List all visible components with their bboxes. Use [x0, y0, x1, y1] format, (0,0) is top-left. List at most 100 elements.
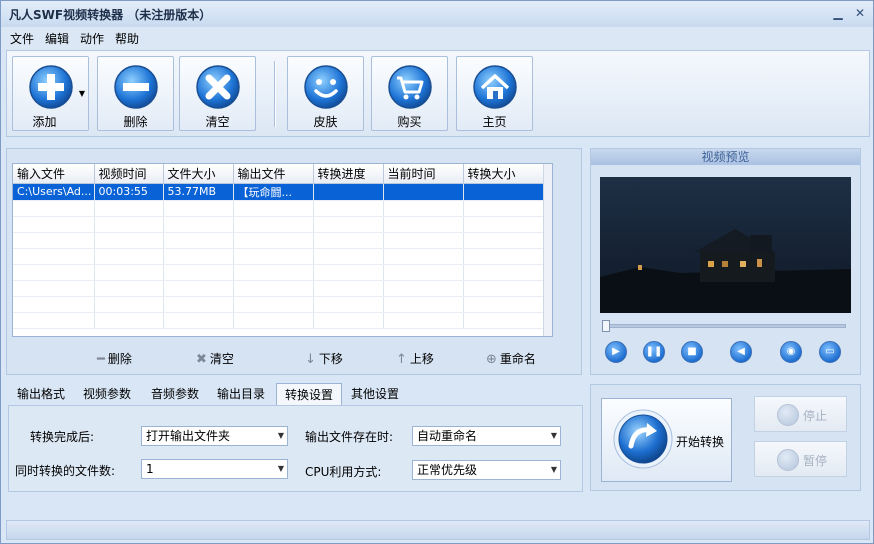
- skin-label: 皮肤: [313, 115, 338, 129]
- col-current-time[interactable]: 当前时间: [383, 164, 464, 184]
- volume-icon[interactable]: ◀: [730, 341, 752, 363]
- add-button[interactable]: 添加 ▼: [12, 56, 89, 131]
- table-row-empty: [13, 264, 544, 281]
- stop-icon: [777, 404, 799, 426]
- buy-button[interactable]: 购买: [371, 56, 448, 131]
- after-done-select[interactable]: 打开输出文件夹 ▼: [141, 426, 288, 446]
- pause-icon: [777, 449, 799, 471]
- start-convert-label: 开始转换: [676, 435, 725, 449]
- preview-header: 视频预览: [591, 149, 860, 165]
- table-row-empty: [13, 280, 544, 297]
- arrow-up-icon: ↑: [396, 352, 407, 367]
- tab-output-format[interactable]: 输出格式: [9, 383, 73, 405]
- preview-screen: [600, 177, 851, 313]
- list-clear-button[interactable]: ✖ 清空: [196, 350, 234, 367]
- pause-icon[interactable]: ❚❚: [643, 341, 665, 363]
- file-exists-label: 输出文件存在时:: [305, 430, 394, 444]
- pause-button[interactable]: 暂停: [754, 441, 847, 477]
- cell-converted-size: [463, 183, 544, 201]
- move-down-button[interactable]: ↓ 下移: [305, 350, 343, 367]
- chevron-down-icon[interactable]: ▼: [79, 89, 85, 98]
- cell-output-file: 【玩命闘...: [233, 183, 314, 201]
- menu-bar: 文件 编辑 动作 帮助: [1, 27, 873, 49]
- snapshot-icon[interactable]: ◉: [780, 341, 802, 363]
- col-progress[interactable]: 转换进度: [313, 164, 384, 184]
- chevron-down-icon: ▼: [550, 465, 557, 474]
- table-scrollbar[interactable]: [543, 164, 552, 336]
- home-button[interactable]: 主页: [456, 56, 533, 131]
- pause-label: 暂停: [803, 454, 828, 468]
- seek-bar[interactable]: [605, 324, 846, 328]
- col-output-file[interactable]: 输出文件: [233, 164, 314, 184]
- x-icon: [195, 65, 240, 109]
- after-done-value: 打开输出文件夹: [146, 429, 231, 443]
- table-row-empty: [13, 200, 544, 217]
- rename-icon: ⊕: [486, 352, 497, 367]
- close-button[interactable]: ✕: [851, 5, 869, 21]
- status-bar: [6, 520, 870, 540]
- x-icon: ✖: [196, 352, 207, 367]
- rename-button[interactable]: ⊕ 重命名: [486, 350, 536, 367]
- clear-button[interactable]: 清空: [179, 56, 256, 131]
- table-row-empty: [13, 312, 544, 329]
- cpu-label: CPU利用方式:: [305, 465, 382, 479]
- add-label: 添加: [32, 115, 57, 129]
- list-delete-button[interactable]: ━ 删除: [97, 350, 132, 367]
- tab-video-params[interactable]: 视频参数: [75, 383, 139, 405]
- cell-input-file: C:\Users\Ad...: [13, 183, 95, 201]
- toolbar-separator: [274, 61, 276, 127]
- cpu-value: 正常优先级: [417, 463, 478, 477]
- file-exists-value: 自动重命名: [417, 429, 478, 443]
- concurrent-select[interactable]: 1 ▼: [141, 459, 288, 479]
- minus-icon: [113, 65, 158, 109]
- table-row-empty: [13, 248, 544, 265]
- concurrent-label: 同时转换的文件数:: [15, 464, 116, 478]
- col-file-size[interactable]: 文件大小: [163, 164, 234, 184]
- cell-progress: [313, 183, 384, 201]
- minimize-button[interactable]: ▁: [829, 5, 847, 21]
- chevron-down-icon: ▼: [277, 431, 284, 440]
- move-up-button[interactable]: ↑ 上移: [396, 350, 434, 367]
- plus-icon: [28, 65, 73, 109]
- chevron-down-icon: ▼: [550, 431, 557, 440]
- file-exists-select[interactable]: 自动重命名 ▼: [412, 426, 561, 446]
- concurrent-value: 1: [146, 462, 154, 476]
- settings-tabs: 输出格式 视频参数 音频参数 输出目录 转换设置 其他设置: [9, 383, 585, 406]
- menu-help[interactable]: 帮助: [115, 30, 139, 47]
- cell-file-size: 53.77MB: [163, 183, 234, 201]
- file-list-panel: 输入文件 视频时间 文件大小 输出文件 转换进度 当前时间 转换大小 C:\Us…: [6, 148, 582, 375]
- home-icon: [472, 65, 517, 109]
- stop-icon[interactable]: ■: [681, 341, 703, 363]
- start-convert-button[interactable]: 开始转换: [601, 398, 732, 482]
- preview-frame: [600, 177, 851, 313]
- cell-current-time: [383, 183, 464, 201]
- tab-audio-params[interactable]: 音频参数: [143, 383, 207, 405]
- toolbar: 添加 ▼ 删除 清空 皮肤 购买 主页: [6, 50, 870, 137]
- col-video-time[interactable]: 视频时间: [94, 164, 164, 184]
- cpu-select[interactable]: 正常优先级 ▼: [412, 460, 561, 480]
- col-input-file[interactable]: 输入文件: [13, 164, 95, 184]
- stop-button[interactable]: 停止: [754, 396, 847, 432]
- tab-other-settings[interactable]: 其他设置: [343, 383, 407, 405]
- tab-output-dir[interactable]: 输出目录: [209, 383, 273, 405]
- list-clear-label: 清空: [209, 352, 234, 366]
- menu-edit[interactable]: 编辑: [45, 30, 69, 47]
- home-label: 主页: [482, 115, 507, 129]
- delete-button[interactable]: 删除: [97, 56, 174, 131]
- skin-button[interactable]: 皮肤: [287, 56, 364, 131]
- menu-action[interactable]: 动作: [80, 30, 104, 47]
- table-row-empty: [13, 296, 544, 313]
- seek-handle[interactable]: [602, 320, 610, 332]
- table-row[interactable]: C:\Users\Ad... 00:03:55 53.77MB 【玩命闘...: [13, 183, 544, 201]
- delete-label: 删除: [123, 115, 148, 129]
- file-table[interactable]: 输入文件 视频时间 文件大小 输出文件 转换进度 当前时间 转换大小 C:\Us…: [12, 163, 553, 337]
- folder-icon[interactable]: ▭: [819, 341, 841, 363]
- play-icon[interactable]: ▶: [605, 341, 627, 363]
- refresh-icon: [613, 409, 673, 469]
- tab-convert-settings[interactable]: 转换设置: [276, 383, 343, 406]
- menu-file[interactable]: 文件: [10, 30, 34, 47]
- cell-video-time: 00:03:55: [94, 183, 164, 201]
- table-row-empty: [13, 216, 544, 233]
- cart-icon: [387, 65, 432, 109]
- col-converted-size[interactable]: 转换大小: [463, 164, 544, 184]
